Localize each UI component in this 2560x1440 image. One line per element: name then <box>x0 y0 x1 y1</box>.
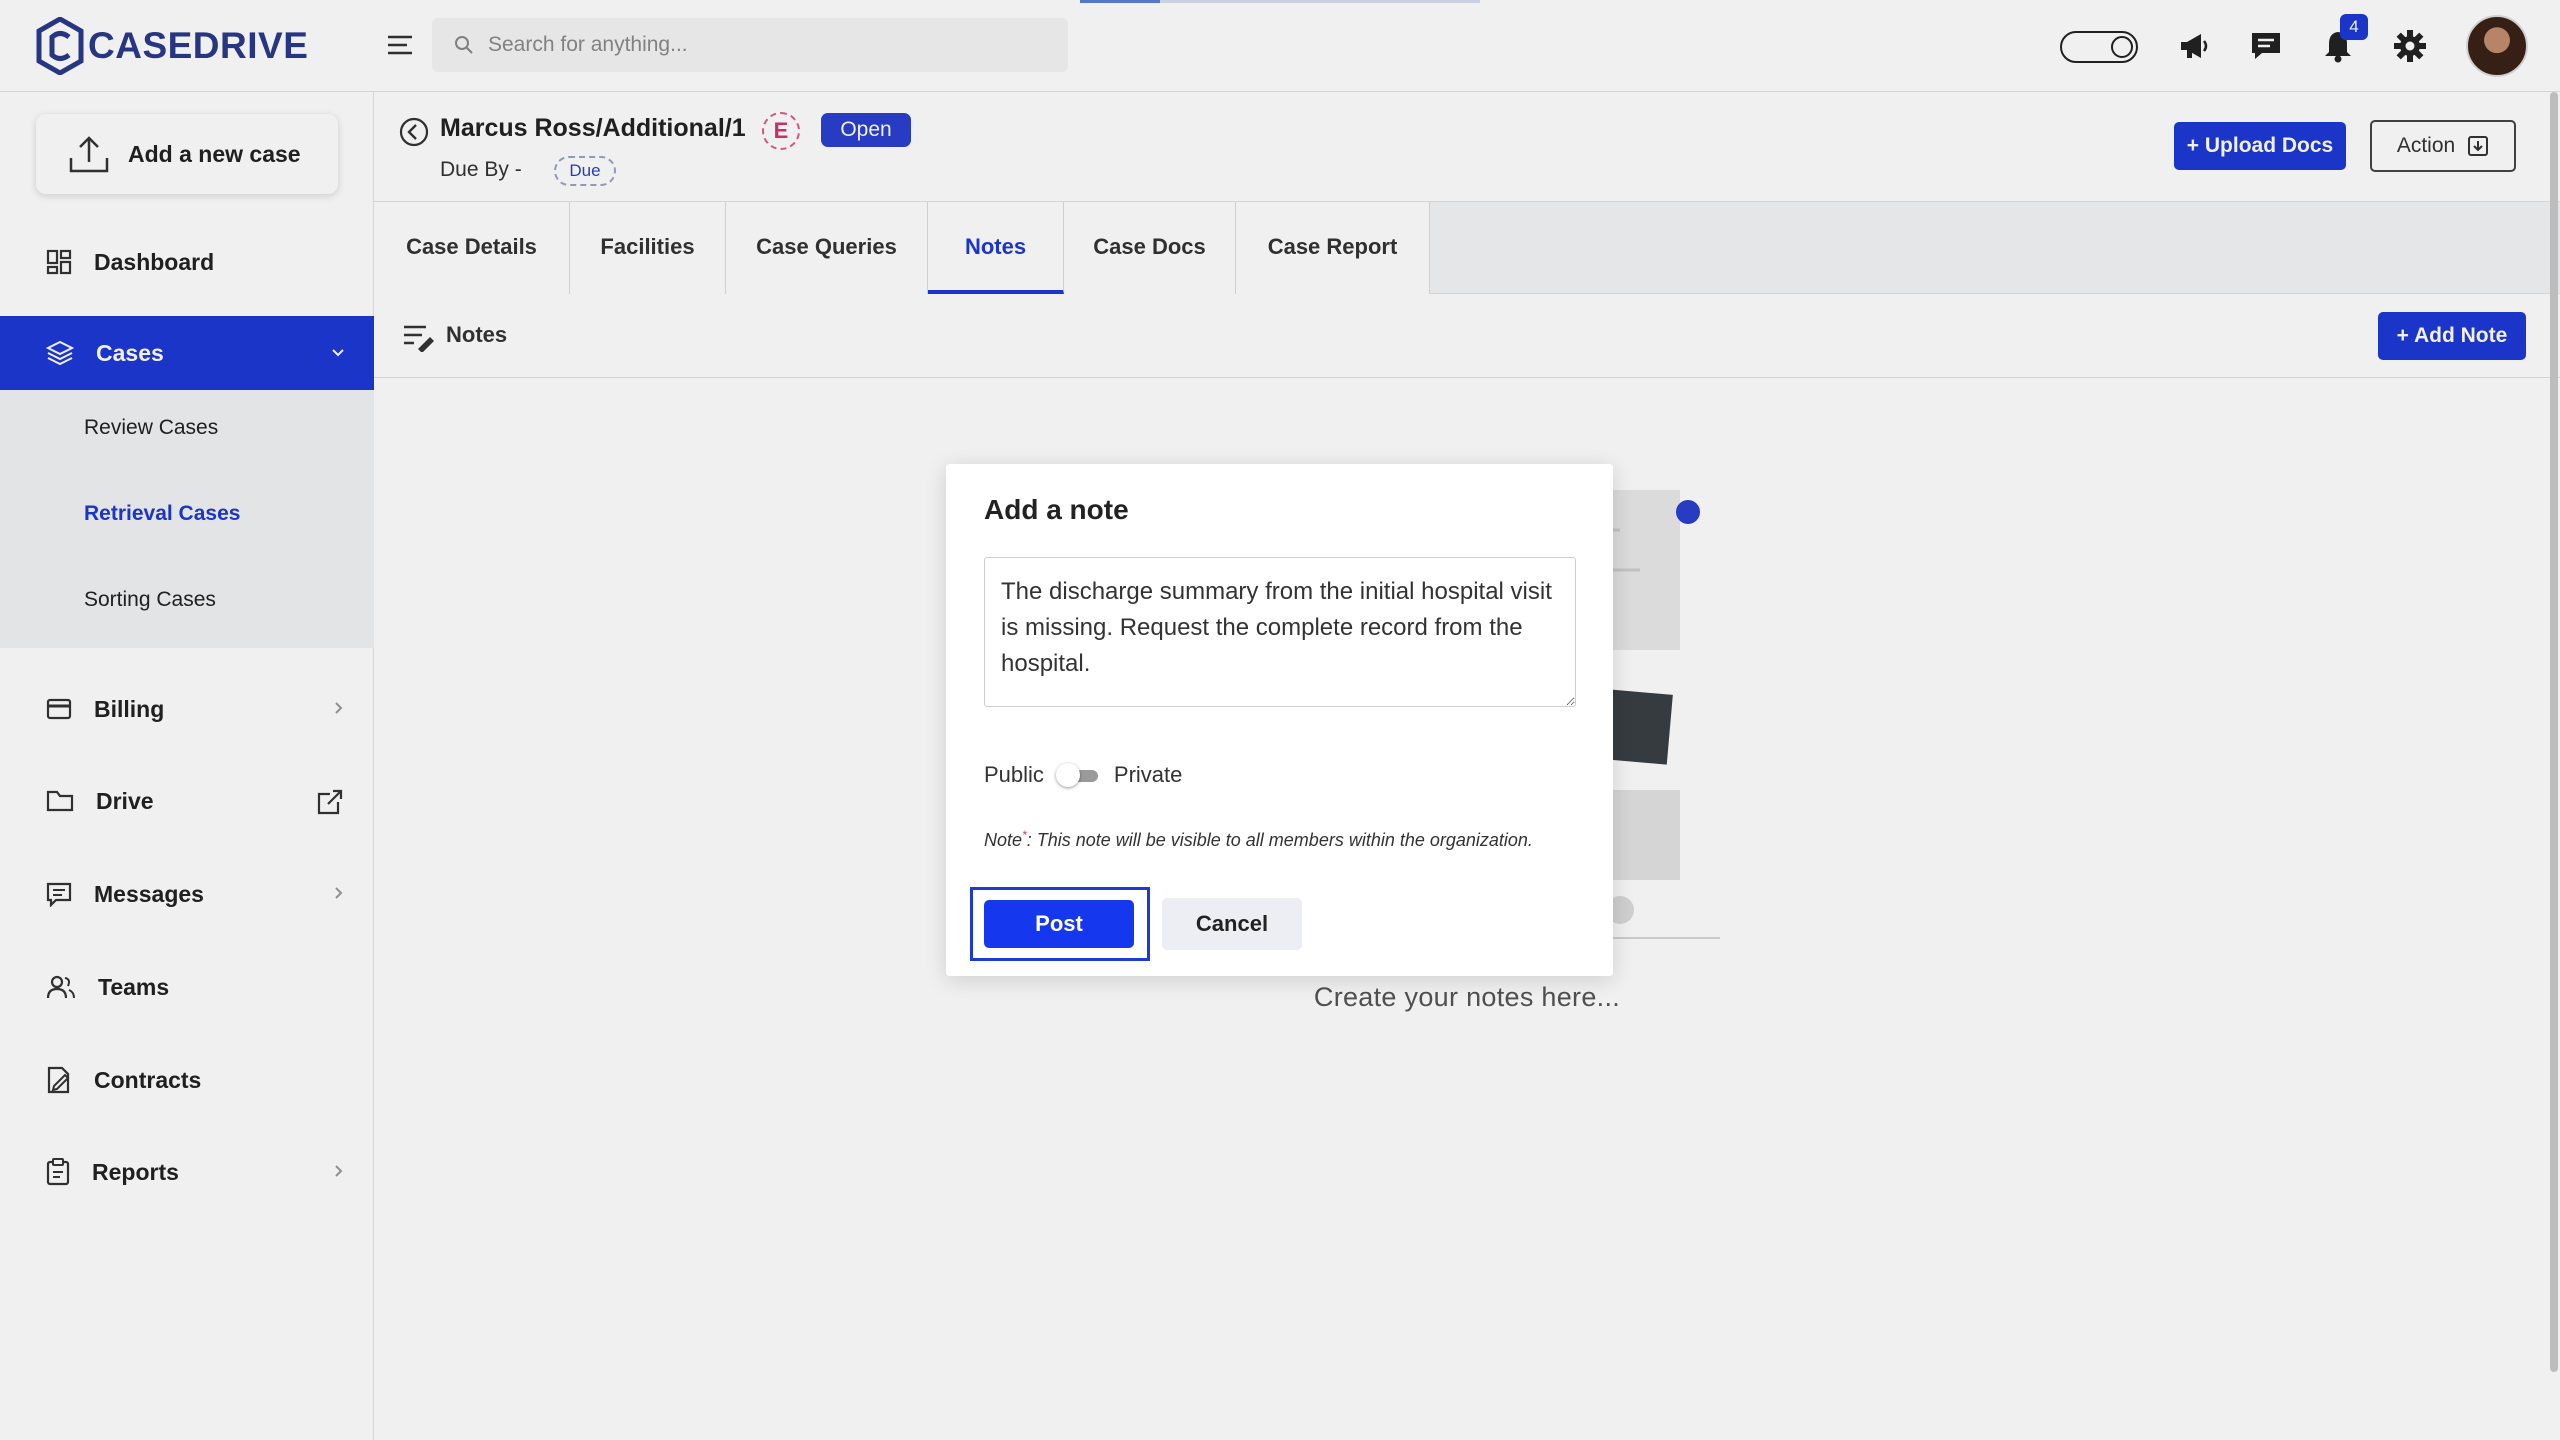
dialog-title: Add a note <box>984 494 1129 525</box>
public-label: Public <box>984 762 1044 787</box>
visibility-toggle-row: Public Private <box>984 762 1182 788</box>
note-textarea[interactable] <box>984 557 1576 707</box>
add-note-dialog: Add a note Public Private Note*: This no… <box>946 464 1613 976</box>
cancel-button[interactable]: Cancel <box>1162 898 1302 950</box>
post-button[interactable]: Post <box>984 900 1134 948</box>
visibility-note: Note*: This note will be visible to all … <box>984 828 1533 850</box>
visibility-switch[interactable] <box>1055 762 1102 788</box>
private-label: Private <box>1113 762 1183 787</box>
